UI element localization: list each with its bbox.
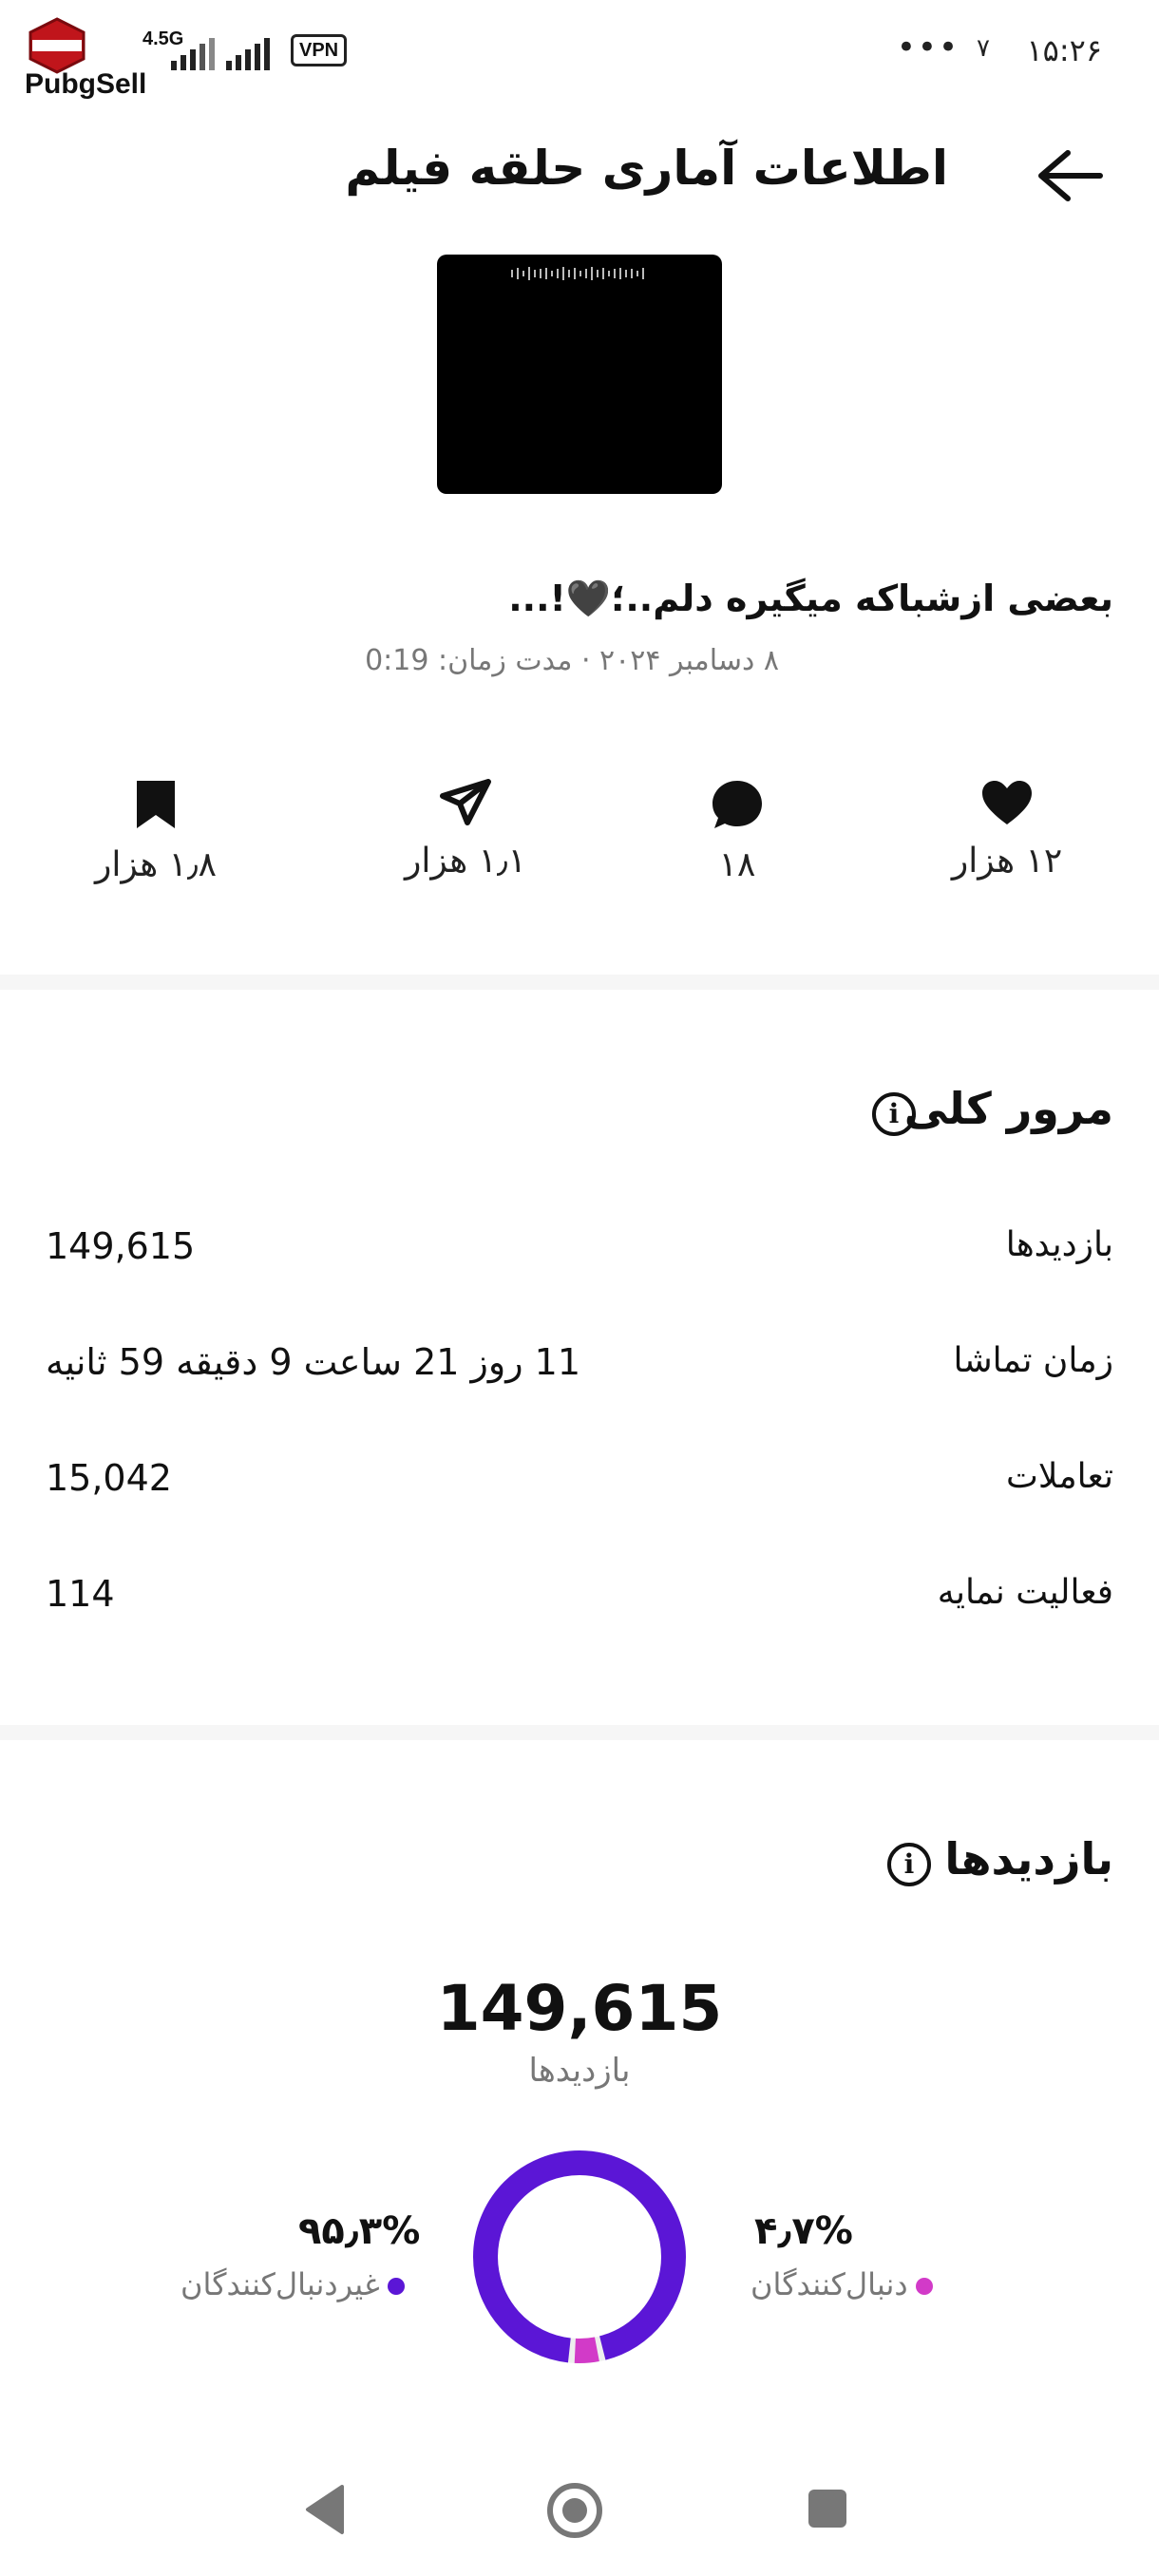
overview-label-interactions: تعاملات — [1005, 1457, 1113, 1496]
followers-legend-label: دنبال‌کنندگان — [750, 2266, 908, 2302]
likes-count: ۱۲ هزار — [951, 842, 1063, 881]
page-title: اطلاعات آماری حلقه فیلم — [345, 141, 948, 196]
arrow-right-icon — [1038, 150, 1103, 201]
overview-title: مرور کلی — [903, 1083, 1113, 1134]
brand-text: PubgSell — [25, 68, 147, 100]
info-icon[interactable]: i — [887, 1843, 931, 1886]
back-button[interactable] — [1032, 147, 1108, 204]
vpn-badge: VPN — [291, 34, 348, 66]
heart-icon — [982, 781, 1032, 824]
section-divider — [0, 975, 1159, 990]
signal-strength-2-icon — [226, 38, 270, 70]
recents-square-icon[interactable] — [806, 2487, 849, 2530]
shares-count: ۱٫۱ هزار — [404, 842, 527, 881]
back-triangle-icon[interactable] — [302, 2483, 348, 2536]
overview-label-watch-time: زمان تماشا — [953, 1341, 1113, 1380]
more-status-dots: ••• — [896, 28, 960, 66]
nonfollowers-percent: ۹۵٫۳% — [298, 2209, 421, 2253]
clock: ۱۵:۲۶ — [1026, 32, 1102, 68]
video-thumbnail[interactable] — [437, 255, 722, 494]
bookmark-icon — [137, 781, 175, 828]
status-bar: PubgSell 4.5G VPN ••• ۷ ۱۵:۲۶ — [0, 0, 1159, 104]
comment-bubble-icon — [712, 781, 762, 828]
views-total-label: بازدیدها — [528, 2052, 631, 2090]
views-total: 149,615 — [436, 1972, 723, 2045]
donut-segment-nonfollowers — [473, 2150, 686, 2363]
views-donut-chart — [473, 2150, 686, 2363]
saves-stat: ۱٫۸ هزار — [51, 779, 260, 893]
followers-percent: ۴٫۷% — [754, 2209, 853, 2253]
home-circle-icon[interactable] — [545, 2481, 604, 2540]
nonfollowers-legend: غیردنبال‌کنندگان — [180, 2266, 405, 2302]
nonfollowers-legend-dot — [387, 2278, 405, 2295]
followers-legend-dot — [915, 2278, 933, 2295]
post-caption: بعضی ازشباکه میگیره دلم..؛🖤!... — [508, 578, 1113, 619]
audio-waveform-icon — [511, 267, 644, 280]
system-nav-bar — [0, 2451, 1159, 2576]
saves-count: ۱٫۸ هزار — [94, 845, 218, 884]
brand-badge-icon — [28, 17, 86, 74]
section-divider — [0, 1725, 1159, 1740]
overview-label-profile-activity: فعالیت نمایه — [937, 1573, 1113, 1612]
overview-value-interactions: 15,042 — [46, 1457, 172, 1499]
overview-value-profile-activity: 114 — [46, 1573, 115, 1615]
status-indicator: ۷ — [977, 34, 990, 63]
shares-stat: ۱٫۱ هزار — [361, 779, 570, 893]
info-icon[interactable]: i — [872, 1092, 916, 1136]
likes-stat: ۱۲ هزار — [902, 779, 1112, 893]
signal-strength-icon — [171, 38, 215, 70]
overview-value-views: 149,615 — [46, 1225, 196, 1267]
comments-stat: ۱۸ — [633, 779, 842, 893]
followers-legend: دنبال‌کنندگان — [750, 2266, 933, 2302]
views-title: بازدیدها — [944, 1833, 1113, 1885]
post-meta: ۸ دسامبر ۲۰۲۴ · مدت زمان: 0:19 — [365, 644, 779, 677]
overview-value-watch-time: 11 روز 21 ساعت 9 دقیقه 59 ثانیه — [46, 1341, 581, 1383]
overview-label-views: بازدیدها — [1005, 1225, 1113, 1264]
nonfollowers-legend-label: غیردنبال‌کنندگان — [180, 2266, 380, 2302]
send-paper-plane-icon — [440, 779, 491, 825]
comments-count: ۱۸ — [718, 845, 756, 884]
